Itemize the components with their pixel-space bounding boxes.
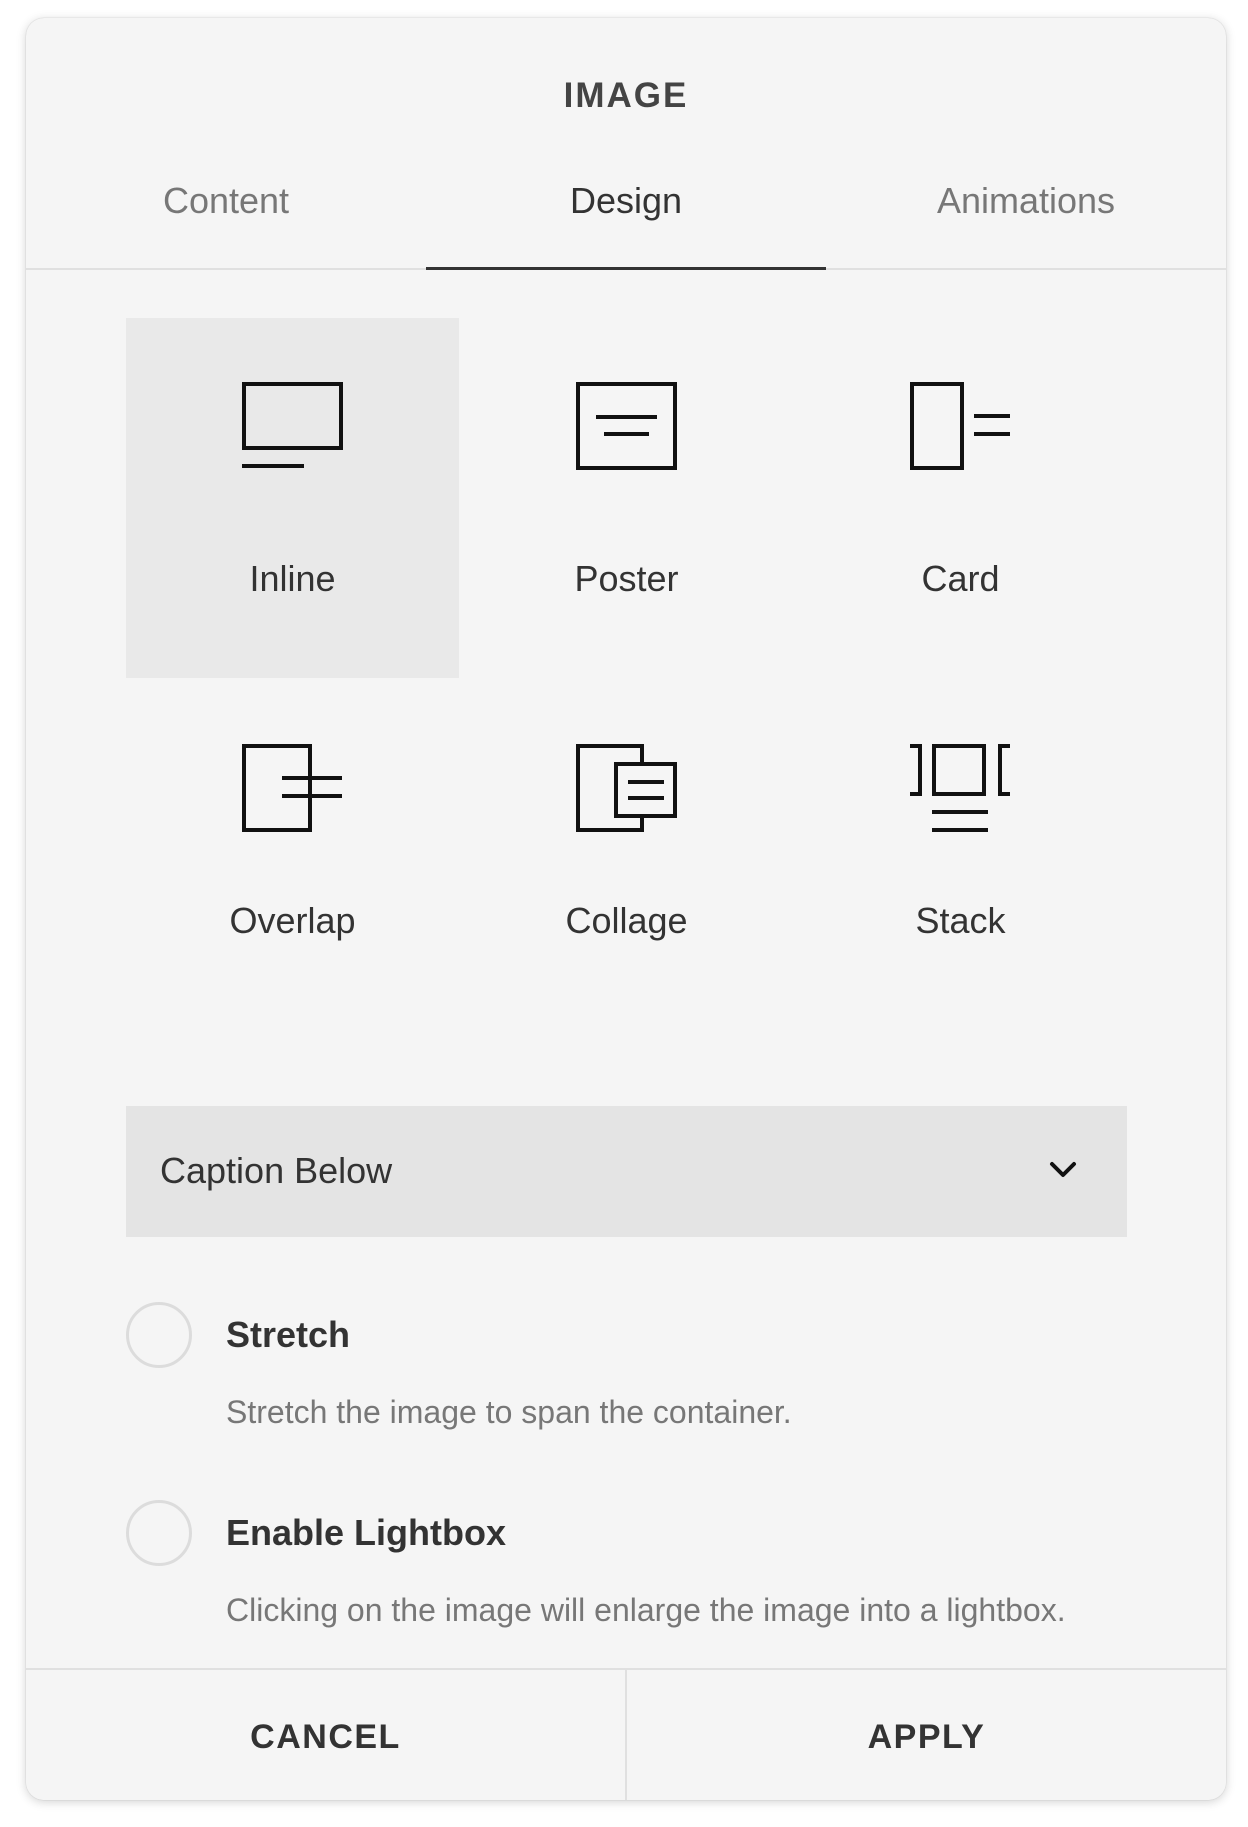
layout-options: Inline Poster Card Overlap Collage Stack bbox=[126, 318, 1127, 1038]
lightbox-radio[interactable] bbox=[126, 1500, 192, 1566]
lightbox-title: Enable Lightbox bbox=[226, 1512, 507, 1553]
stretch-title: Stretch bbox=[226, 1314, 351, 1355]
cancel-button[interactable]: CANCEL bbox=[26, 1670, 627, 1800]
chevron-down-icon bbox=[1050, 1162, 1076, 1177]
layout-option-inline[interactable]: Inline bbox=[126, 318, 459, 678]
layout-label: Poster bbox=[574, 558, 679, 599]
tab-animations[interactable]: Animations bbox=[826, 156, 1226, 268]
stretch-description: Stretch the image to span the container. bbox=[226, 1394, 792, 1430]
overlap-layout-icon bbox=[242, 744, 342, 832]
layout-label: Overlap bbox=[229, 900, 356, 941]
tab-content[interactable]: Content bbox=[26, 156, 426, 268]
layout-option-poster[interactable]: Poster bbox=[460, 318, 793, 678]
caption-select-value: Caption Below bbox=[160, 1150, 393, 1191]
stack-layout-icon bbox=[910, 744, 1010, 832]
tab-bar: Content Design Animations bbox=[26, 156, 1226, 270]
layout-option-card[interactable]: Card bbox=[794, 318, 1127, 678]
layout-label: Collage bbox=[565, 900, 688, 941]
inline-layout-icon bbox=[242, 382, 343, 468]
layout-label: Stack bbox=[915, 900, 1006, 941]
stretch-radio[interactable] bbox=[126, 1302, 192, 1368]
layout-label: Card bbox=[921, 558, 1000, 599]
lightbox-description: Clicking on the image will enlarge the i… bbox=[226, 1592, 1066, 1628]
tab-design[interactable]: Design bbox=[426, 156, 826, 270]
collage-layout-icon bbox=[576, 744, 677, 832]
layout-option-collage[interactable]: Collage bbox=[460, 678, 793, 1038]
apply-button[interactable]: APPLY bbox=[627, 1670, 1226, 1800]
caption-position-select[interactable]: Caption Below bbox=[126, 1106, 1127, 1237]
footer-actions: CANCEL APPLY bbox=[26, 1668, 1226, 1800]
layout-option-overlap[interactable]: Overlap bbox=[126, 678, 459, 1038]
layout-option-stack[interactable]: Stack bbox=[794, 678, 1127, 1038]
layout-label: Inline bbox=[249, 558, 336, 599]
image-settings-panel: IMAGE Content Design Animations Inline P… bbox=[26, 18, 1226, 1800]
poster-layout-icon bbox=[576, 382, 677, 470]
card-layout-icon bbox=[910, 382, 1010, 470]
panel-title: IMAGE bbox=[563, 76, 689, 115]
